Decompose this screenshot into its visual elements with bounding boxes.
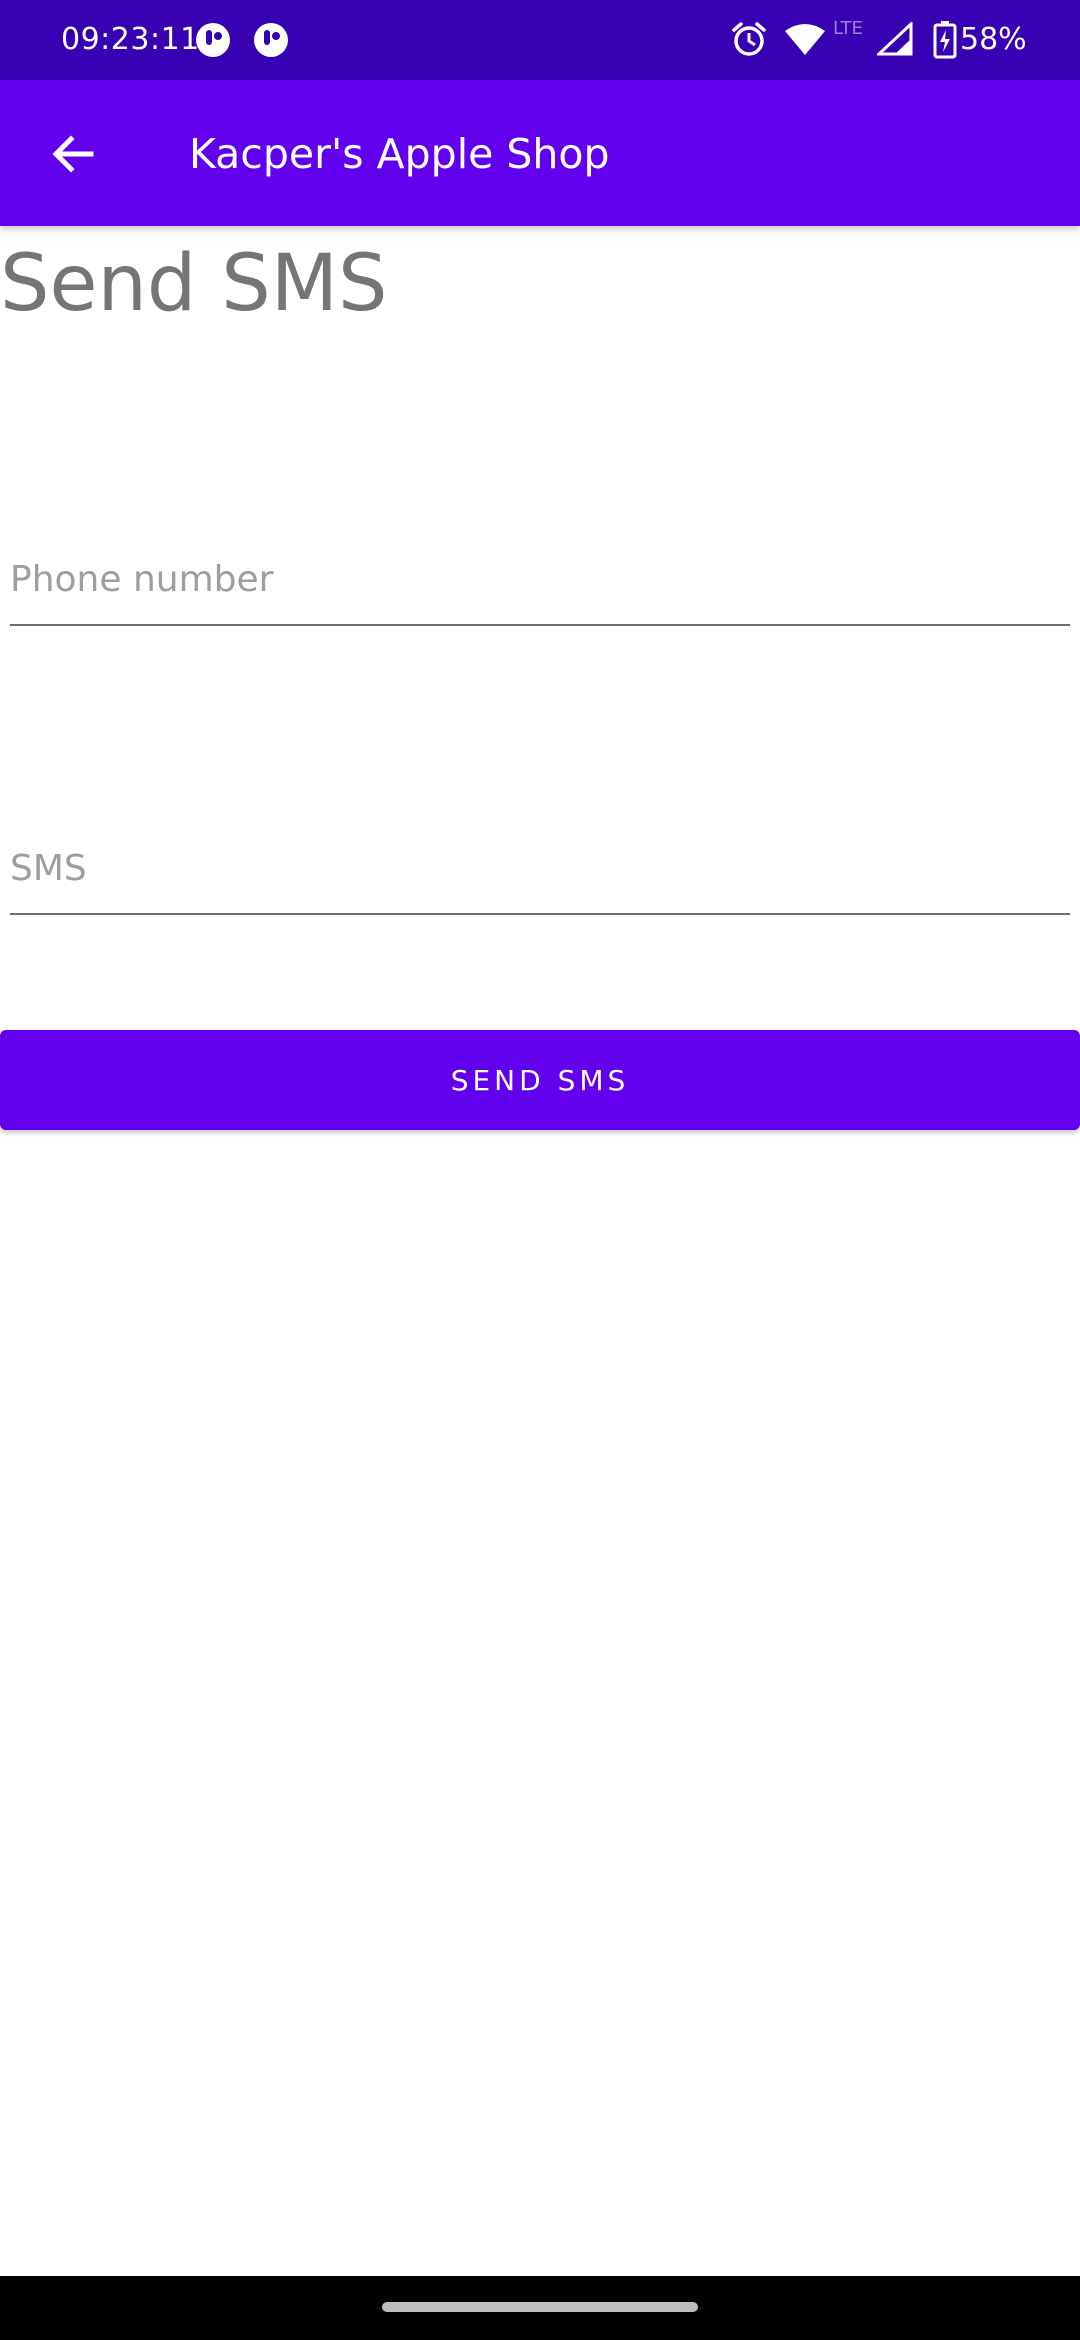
page-title: Send SMS — [0, 239, 388, 329]
sms-field — [10, 823, 1070, 915]
wifi-icon — [785, 24, 825, 55]
signal-icon — [877, 22, 913, 56]
app-title: Kacper's Apple Shop — [189, 130, 610, 178]
network-type-label: LTE — [833, 18, 863, 39]
status-time: 09:23:11 — [61, 22, 200, 57]
battery-charging-icon — [933, 21, 957, 59]
alarm-icon — [732, 22, 766, 56]
app-bar: Kacper's Apple Shop — [0, 80, 1080, 226]
app-notification-icon — [196, 23, 230, 57]
send-sms-button[interactable]: SEND SMS — [0, 1030, 1080, 1130]
navigation-bar — [0, 2276, 1080, 2340]
phone-number-field — [10, 534, 1070, 626]
arrow-back-icon — [52, 135, 94, 173]
battery-percentage: 58% — [960, 22, 1027, 57]
phone-number-input[interactable] — [10, 534, 1070, 624]
home-gesture-handle[interactable] — [382, 2302, 698, 2312]
app-notification-icon — [254, 23, 288, 57]
sms-input[interactable] — [10, 823, 1070, 913]
status-bar: 09:23:11 LTE 58% — [0, 0, 1080, 80]
back-button[interactable] — [40, 121, 106, 187]
